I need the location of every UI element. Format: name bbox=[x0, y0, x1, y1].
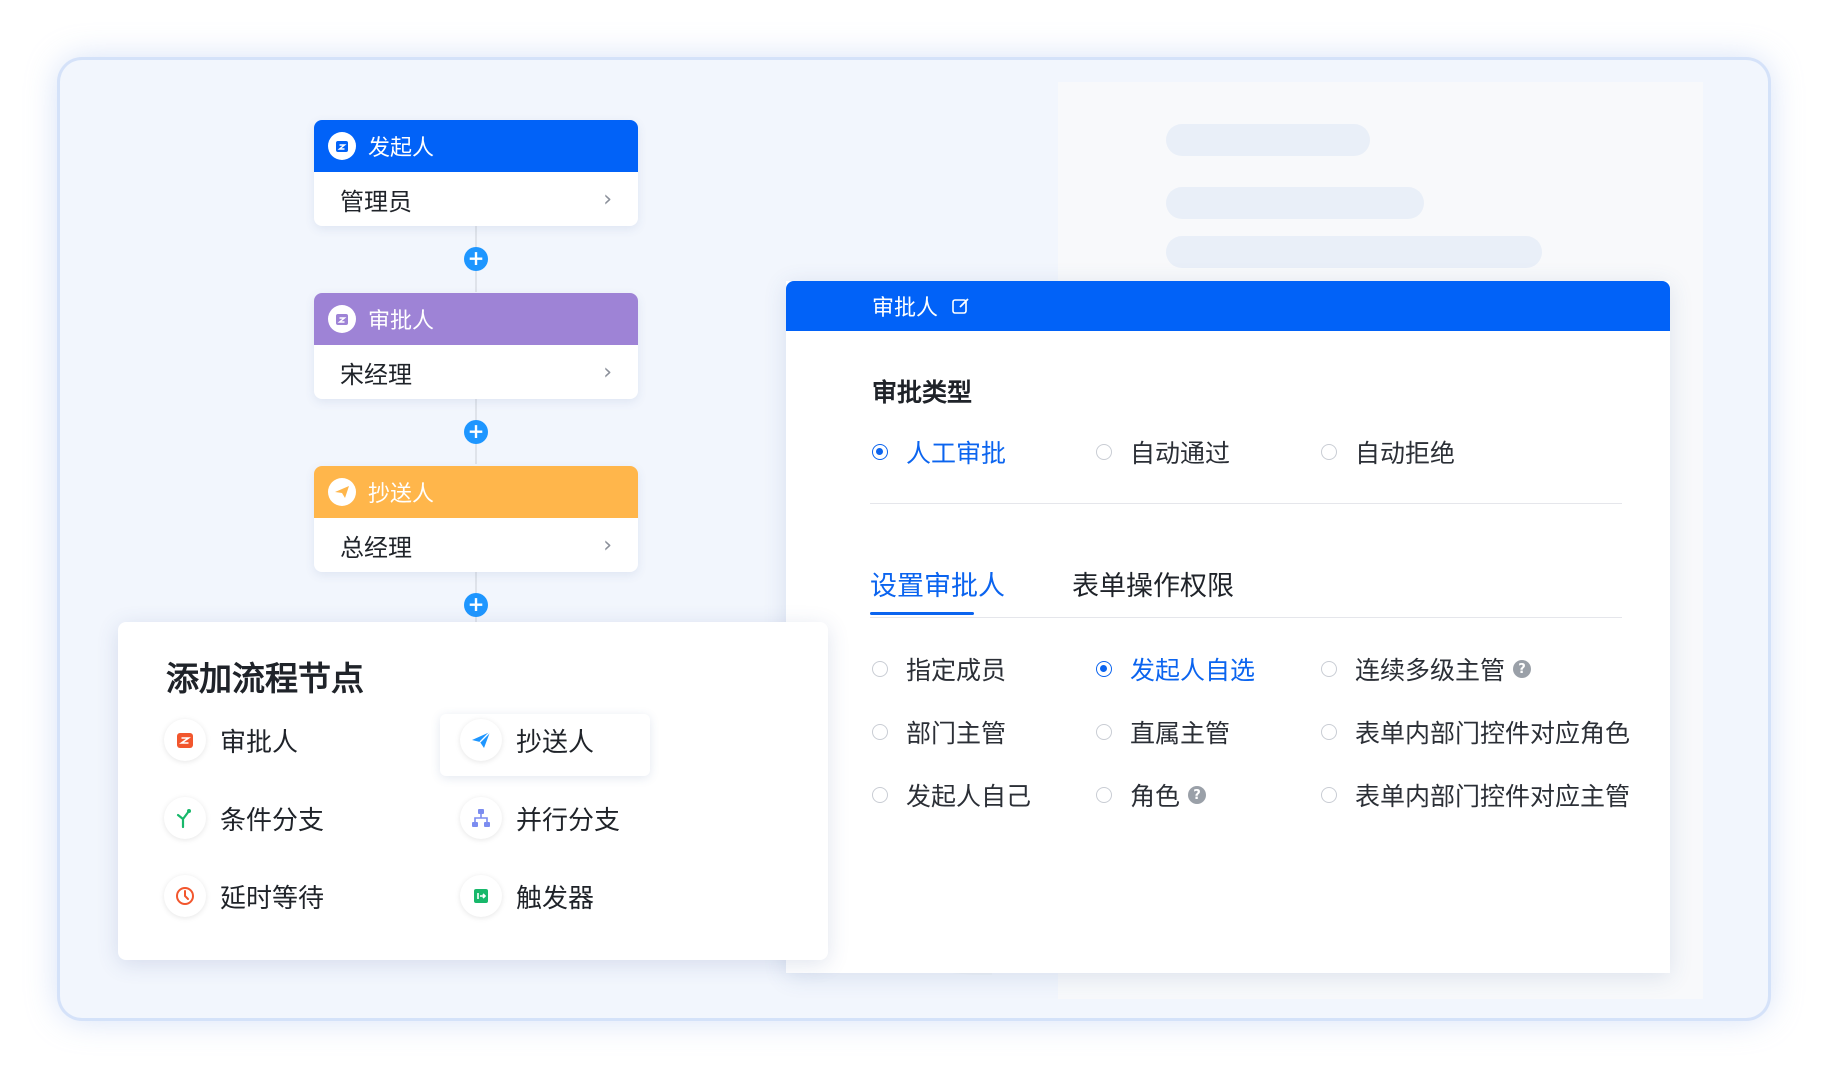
node-body: 总经理 › bbox=[314, 518, 638, 572]
radio-dot bbox=[872, 661, 888, 677]
radio-label: 发起人自己 bbox=[906, 782, 1032, 811]
radio-initiator-self[interactable]: 发起人自己 bbox=[872, 777, 1031, 813]
clock-icon bbox=[164, 875, 206, 917]
radio-dot bbox=[1096, 444, 1112, 460]
radio-label: 自动拒绝 bbox=[1355, 439, 1456, 468]
node-value: 总经理 bbox=[340, 533, 412, 562]
add-parallel-branch-item[interactable]: 并行分支 bbox=[460, 797, 620, 839]
chevron-right-icon[interactable]: › bbox=[603, 533, 612, 558]
radio-label: 人工审批 bbox=[906, 439, 1007, 468]
add-node-button[interactable]: + bbox=[464, 420, 488, 444]
skeleton-line bbox=[1166, 187, 1424, 219]
node-header: 发起人 bbox=[314, 120, 638, 172]
radio-initiator-choice[interactable]: 发起人自选 bbox=[1096, 651, 1255, 687]
settings-header: 审批人 bbox=[786, 281, 1670, 331]
add-node-button[interactable]: + bbox=[464, 593, 488, 617]
flow-node-approver[interactable]: 审批人 宋经理 › bbox=[314, 293, 638, 399]
radio-dot bbox=[1096, 724, 1112, 740]
add-delay-item[interactable]: 延时等待 bbox=[164, 875, 324, 917]
add-cc-item[interactable]: 抄送人 bbox=[460, 719, 594, 761]
radio-role[interactable]: 角色 ? bbox=[1096, 777, 1207, 813]
item-label: 并行分支 bbox=[516, 805, 621, 836]
radio-dot bbox=[1321, 787, 1337, 803]
radio-dot bbox=[1096, 787, 1112, 803]
settings-title: 审批人 bbox=[872, 296, 939, 321]
branch-icon bbox=[164, 797, 206, 839]
radio-department-head[interactable]: 部门主管 bbox=[872, 714, 1006, 750]
radio-label: 指定成员 bbox=[906, 656, 1007, 685]
node-value: 管理员 bbox=[340, 187, 412, 216]
radio-dot bbox=[1321, 444, 1337, 460]
radio-multi-level-supervisor[interactable]: 连续多级主管 ? bbox=[1321, 651, 1532, 687]
radio-label: 角色 bbox=[1130, 782, 1181, 811]
edit-icon[interactable] bbox=[950, 295, 972, 317]
node-body: 管理员 › bbox=[314, 172, 638, 226]
skeleton-line bbox=[1166, 124, 1370, 156]
flow-node-initiator[interactable]: 发起人 管理员 › bbox=[314, 120, 638, 226]
radio-dot bbox=[872, 444, 888, 460]
radio-label: 连续多级主管 bbox=[1355, 656, 1506, 685]
add-trigger-item[interactable]: 触发器 bbox=[460, 875, 594, 917]
item-label: 抄送人 bbox=[516, 727, 595, 758]
node-value: 宋经理 bbox=[340, 360, 412, 389]
node-body: 宋经理 › bbox=[314, 345, 638, 399]
radio-label: 表单内部门控件对应主管 bbox=[1355, 782, 1631, 811]
flow-node-cc[interactable]: 抄送人 总经理 › bbox=[314, 466, 638, 572]
add-condition-branch-item[interactable]: 条件分支 bbox=[164, 797, 324, 839]
add-panel-title: 添加流程节点 bbox=[166, 659, 364, 698]
radio-dot bbox=[1096, 661, 1112, 677]
tab-set-approver[interactable]: 设置审批人 bbox=[870, 564, 1005, 603]
radio-auto-pass[interactable]: 自动通过 bbox=[1096, 434, 1230, 470]
radio-label: 表单内部门控件对应角色 bbox=[1355, 719, 1631, 748]
divider bbox=[870, 617, 1622, 618]
chevron-right-icon[interactable]: › bbox=[603, 360, 612, 385]
radio-direct-supervisor[interactable]: 直属主管 bbox=[1096, 714, 1230, 750]
item-label: 条件分支 bbox=[220, 805, 325, 836]
item-label: 延时等待 bbox=[220, 883, 325, 914]
node-title: 抄送人 bbox=[368, 482, 435, 507]
item-label: 触发器 bbox=[516, 883, 595, 914]
add-approver-item[interactable]: 审批人 bbox=[164, 719, 298, 761]
skeleton-line bbox=[1166, 236, 1542, 268]
radio-dot bbox=[872, 724, 888, 740]
radio-auto-reject[interactable]: 自动拒绝 bbox=[1321, 434, 1455, 470]
approver-icon bbox=[164, 719, 206, 761]
radio-dot bbox=[872, 787, 888, 803]
active-tab-indicator bbox=[870, 612, 974, 615]
node-header: 抄送人 bbox=[314, 466, 638, 518]
divider bbox=[870, 503, 1622, 504]
approver-settings-panel: 审批人 审批类型 人工审批 自动通过 自动拒绝 设置审批人 表单操作权限 指定成… bbox=[786, 281, 1670, 973]
radio-label: 部门主管 bbox=[906, 719, 1007, 748]
approval-type-title: 审批类型 bbox=[872, 378, 973, 407]
help-icon[interactable]: ? bbox=[1513, 660, 1532, 678]
radio-form-dept-supervisor[interactable]: 表单内部门控件对应主管 bbox=[1321, 777, 1630, 813]
initiator-icon bbox=[328, 132, 356, 160]
cc-icon bbox=[328, 478, 356, 506]
node-header: 审批人 bbox=[314, 293, 638, 345]
parallel-icon bbox=[460, 797, 502, 839]
paper-plane-icon bbox=[460, 719, 502, 761]
item-label: 审批人 bbox=[220, 727, 299, 758]
radio-specified-member[interactable]: 指定成员 bbox=[872, 651, 1006, 687]
radio-label: 直属主管 bbox=[1130, 719, 1231, 748]
node-title: 审批人 bbox=[368, 309, 435, 334]
trigger-icon bbox=[460, 875, 502, 917]
radio-manual-approval[interactable]: 人工审批 bbox=[872, 434, 1006, 470]
add-node-button[interactable]: + bbox=[464, 247, 488, 271]
radio-form-dept-role[interactable]: 表单内部门控件对应角色 bbox=[1321, 714, 1630, 750]
tab-form-permissions[interactable]: 表单操作权限 bbox=[1072, 564, 1234, 603]
radio-label: 发起人自选 bbox=[1130, 656, 1256, 685]
radio-dot bbox=[1321, 661, 1337, 677]
chevron-right-icon[interactable]: › bbox=[603, 187, 612, 212]
node-title: 发起人 bbox=[368, 136, 435, 161]
radio-label: 自动通过 bbox=[1130, 439, 1231, 468]
help-icon[interactable]: ? bbox=[1188, 786, 1207, 804]
approver-icon bbox=[328, 305, 356, 333]
radio-dot bbox=[1321, 724, 1337, 740]
